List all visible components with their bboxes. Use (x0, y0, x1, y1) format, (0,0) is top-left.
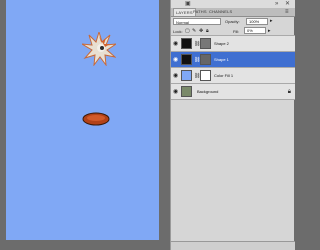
blend-row: Normal Opacity: 100% ▸ (171, 17, 295, 26)
fill-arrow-icon[interactable]: ▸ (268, 28, 271, 34)
tab-channels[interactable]: CHANNELS (207, 8, 234, 16)
layer-thumbnail (181, 70, 192, 81)
layer-row-color-fill-1[interactable]: ◉ ⛓ Color Fill 1 (171, 68, 295, 84)
panel-bottom-bar (171, 241, 295, 250)
panel-icon[interactable]: ▣ (185, 0, 191, 8)
blend-mode-select[interactable]: Normal (173, 18, 221, 25)
layer-row-shape-2[interactable]: ◉ ⛓ Shape 2 (171, 36, 295, 52)
fill-label: Fill: (233, 29, 240, 34)
visibility-eye-icon[interactable]: ◉ (173, 72, 178, 80)
ellipse-shape[interactable] (82, 112, 110, 126)
layer-name[interactable]: Background (197, 89, 218, 94)
layer-row-shape-1[interactable]: ◉ ⛓ Shape 1 (171, 52, 295, 68)
canvas-workspace (0, 0, 170, 250)
layer-thumbnail (181, 86, 192, 97)
opacity-field[interactable]: 100% (246, 18, 268, 25)
lock-position-icon[interactable]: ✥ (199, 28, 203, 34)
layer-thumbnail (181, 54, 192, 65)
layer-name[interactable]: Shape 1 (214, 57, 229, 62)
lock-transparent-icon[interactable]: ▢ (185, 28, 190, 34)
panel-tabs: LAYERS PATHS CHANNELS ≡ (171, 8, 295, 17)
lock-icon: 🔒︎ (287, 89, 291, 95)
collapse-icon[interactable]: » (275, 0, 278, 8)
lock-row: Lock: ▢ ✎ ✥ 🔒︎ Fill: 0% ▸ (171, 27, 295, 36)
visibility-eye-icon[interactable]: ◉ (173, 40, 178, 48)
layer-mask-thumbnail (200, 70, 211, 81)
layer-row-background[interactable]: ◉ Background 🔒︎ (171, 84, 295, 100)
star-shape[interactable] (82, 32, 116, 66)
layer-name[interactable]: Shape 2 (214, 41, 229, 46)
close-icon[interactable]: ✕ (285, 0, 290, 8)
lock-image-icon[interactable]: ✎ (192, 28, 196, 34)
visibility-eye-icon[interactable]: ◉ (173, 56, 178, 64)
layer-thumbnail (181, 38, 192, 49)
panel-menu-icon[interactable]: ≡ (283, 8, 291, 16)
visibility-eye-icon[interactable]: ◉ (173, 88, 178, 96)
opacity-arrow-icon[interactable]: ▸ (270, 18, 273, 24)
lock-label: Lock: (173, 29, 183, 34)
layer-name[interactable]: Color Fill 1 (214, 73, 233, 78)
vector-mask-thumbnail (200, 38, 211, 49)
fill-field[interactable]: 0% (244, 27, 266, 34)
vector-mask-thumbnail (200, 54, 211, 65)
opacity-label: Opacity: (225, 19, 240, 24)
lock-all-icon[interactable]: 🔒︎ (206, 28, 209, 34)
layers-panel: ▣ » ✕ LAYERS PATHS CHANNELS ≡ Normal Opa… (170, 0, 295, 250)
document-canvas[interactable] (6, 0, 159, 240)
